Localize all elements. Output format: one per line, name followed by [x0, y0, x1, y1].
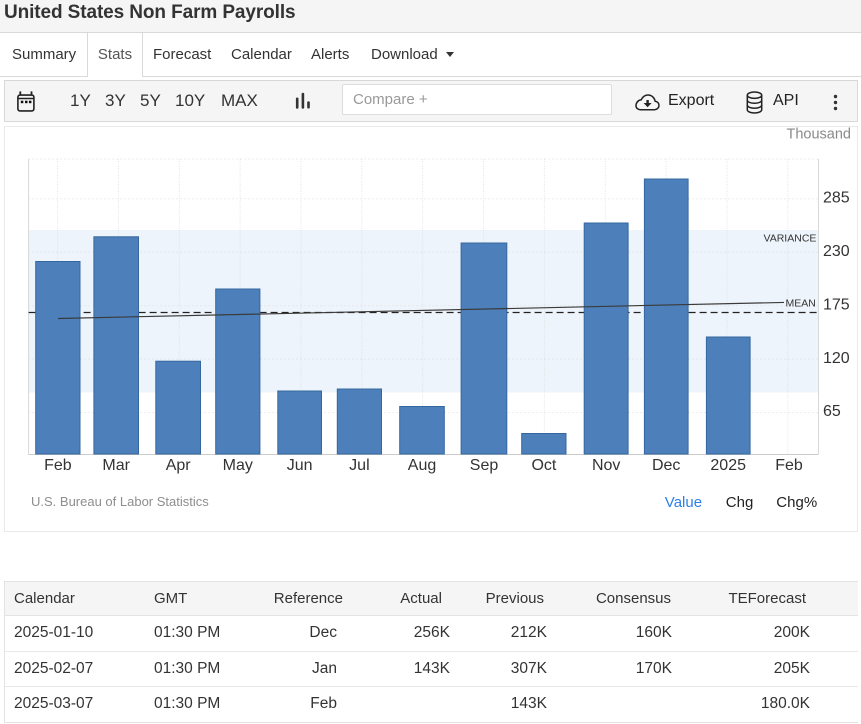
svg-text:May: May — [223, 457, 253, 474]
svg-text:MEAN: MEAN — [786, 297, 816, 309]
svg-text:Thousand: Thousand — [787, 127, 852, 143]
svg-text:Value: Value — [665, 494, 702, 511]
svg-text:285: 285 — [823, 190, 850, 207]
svg-text:Apr: Apr — [166, 457, 192, 474]
svg-text:VARIANCE: VARIANCE — [764, 233, 817, 245]
svg-text:Jul: Jul — [349, 457, 369, 474]
svg-text:Mar: Mar — [102, 457, 130, 474]
svg-text:Feb: Feb — [44, 457, 72, 474]
svg-text:120: 120 — [823, 350, 850, 367]
svg-text:230: 230 — [823, 243, 850, 260]
svg-text:Sep: Sep — [470, 457, 499, 474]
svg-text:Oct: Oct — [531, 457, 556, 474]
svg-text:U.S. Bureau of Labor Statistic: U.S. Bureau of Labor Statistics — [31, 494, 209, 509]
svg-text:Chg%: Chg% — [776, 494, 817, 511]
svg-text:Feb: Feb — [775, 457, 803, 474]
svg-text:2025: 2025 — [710, 457, 746, 474]
svg-text:Chg: Chg — [726, 494, 754, 511]
svg-text:Nov: Nov — [592, 457, 620, 474]
svg-text:Dec: Dec — [652, 457, 680, 474]
svg-text:65: 65 — [823, 403, 841, 420]
svg-text:Jun: Jun — [287, 457, 313, 474]
svg-text:175: 175 — [823, 296, 850, 313]
svg-text:Aug: Aug — [408, 457, 436, 474]
